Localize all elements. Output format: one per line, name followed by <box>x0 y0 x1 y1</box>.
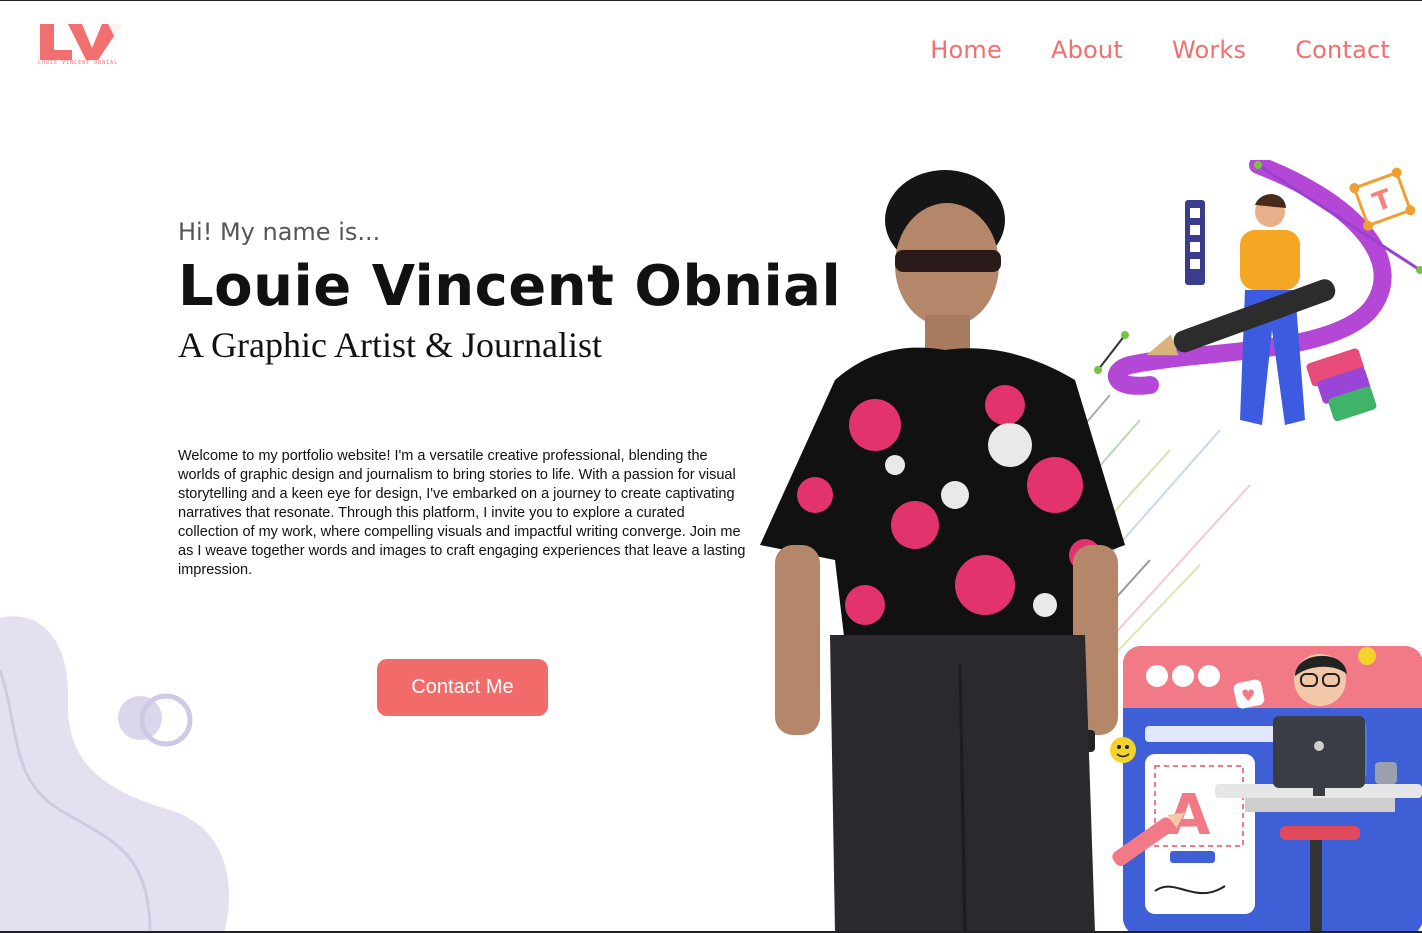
svg-text:♥: ♥ <box>1241 686 1255 705</box>
nav-contact[interactable]: Contact <box>1295 36 1390 64</box>
nav-home[interactable]: Home <box>930 36 1002 64</box>
workspace-illustration: A ♥ <box>1110 646 1422 932</box>
top-border <box>0 0 1422 1</box>
contact-me-button[interactable]: Contact Me <box>377 659 548 716</box>
decorative-blob <box>0 616 230 933</box>
site-logo[interactable]: LOUIE VINCENT OBNIAL <box>38 22 124 68</box>
nav-works[interactable]: Works <box>1172 36 1246 64</box>
hero-greeting: Hi! My name is... <box>178 218 381 246</box>
hero-name: Louie Vincent Obnial <box>178 254 842 319</box>
hero-intro: Welcome to my portfolio website! I'm a v… <box>178 448 746 578</box>
logo-mark-icon <box>40 24 122 60</box>
nav-about[interactable]: About <box>1051 36 1123 64</box>
main-nav: Home About Works Contact <box>930 36 1390 64</box>
decorative-rings-icon <box>118 693 193 747</box>
svg-text:T: T <box>1369 184 1396 218</box>
hero-role: A Graphic Artist & Journalist <box>178 325 602 365</box>
artist-illustration: T <box>1094 160 1422 448</box>
logo-tagline: LOUIE VINCENT OBNIAL <box>38 60 119 66</box>
